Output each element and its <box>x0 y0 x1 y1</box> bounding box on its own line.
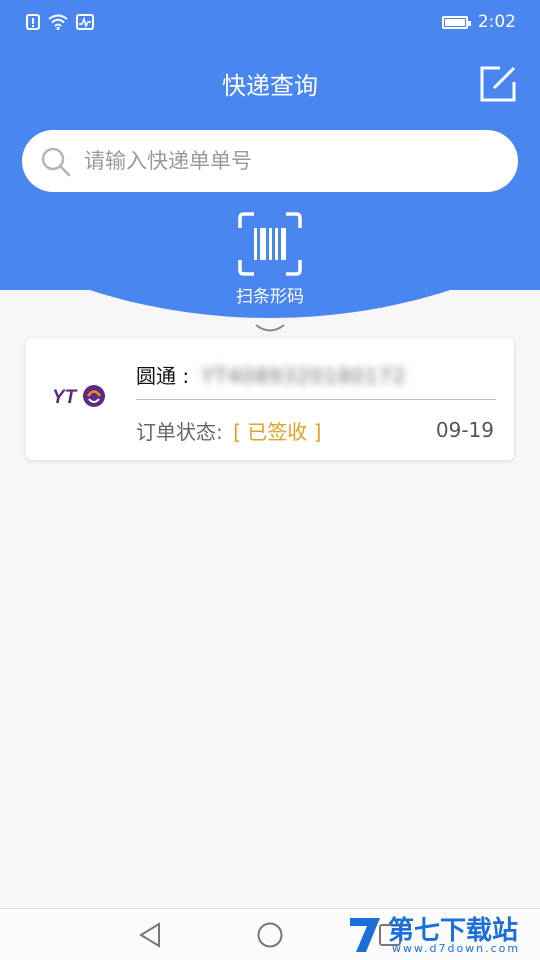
yto-logo-icon: YT <box>52 385 105 408</box>
alert-icon <box>26 14 40 30</box>
watermark-url: www.d7down.com <box>392 942 521 955</box>
status-time: 2:02 <box>477 12 516 32</box>
page-title: 快递查询 <box>222 72 318 100</box>
status-row: 订单状态: [ 已签收 ] <box>136 416 321 445</box>
carrier-name: 圆通 <box>136 364 176 388</box>
back-icon[interactable] <box>137 921 163 949</box>
status-label: 订单状态: <box>136 420 223 444</box>
edit-icon[interactable] <box>478 64 518 104</box>
barcode-scan-icon <box>238 212 302 276</box>
svg-text:YT: YT <box>52 387 78 408</box>
search-box[interactable] <box>22 130 518 192</box>
watermark-logo-icon <box>350 918 380 952</box>
watermark: 第七下载站 www.d7down.com <box>344 908 540 960</box>
carrier-separator: : <box>182 364 190 388</box>
home-icon[interactable] <box>256 921 284 949</box>
scan-barcode-button[interactable]: 扫条形码 <box>228 210 312 310</box>
chevron-down-icon[interactable] <box>254 322 286 336</box>
package-date: 09-19 <box>435 418 494 442</box>
search-input[interactable] <box>84 130 504 192</box>
tracking-number: YT4089320180172 <box>201 364 407 388</box>
carrier-row: 圆通 : YT4089320180172 <box>136 360 406 389</box>
battery-icon <box>441 15 471 29</box>
activity-icon <box>76 14 94 30</box>
status-badge: [ 已签收 ] <box>233 420 322 444</box>
divider <box>136 399 496 400</box>
status-bar: 2:02 <box>0 0 540 46</box>
package-card[interactable]: YT 圆通 : YT4089320180172 订单状态: [ 已签收 ] 09… <box>26 338 514 460</box>
scan-label: 扫条形码 <box>236 287 304 307</box>
wifi-icon <box>48 14 68 30</box>
search-icon <box>41 147 71 177</box>
